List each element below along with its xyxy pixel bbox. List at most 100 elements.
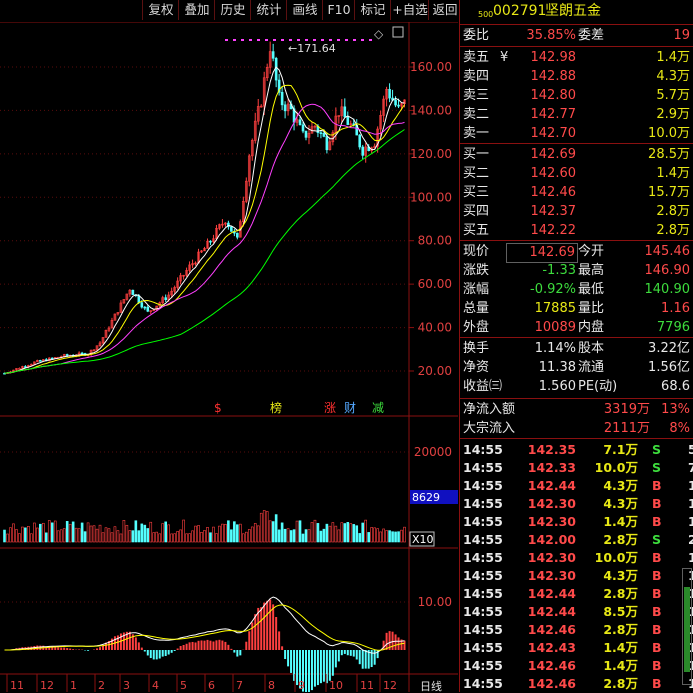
volume-bar <box>397 531 400 543</box>
volume-bar <box>41 522 45 543</box>
volume-bar <box>149 521 153 543</box>
tick-row[interactable]: 14:55 142.44 4.3万 B 1 <box>460 477 693 495</box>
volume-bar <box>74 527 78 543</box>
candle-body <box>137 295 141 303</box>
buy-price[interactable]: 142.22 <box>500 222 577 240</box>
candle-body <box>209 240 212 243</box>
tick-count: 1 <box>688 514 693 529</box>
toolbar-button-0[interactable]: 复权 <box>142 0 179 20</box>
sell-price[interactable]: 142.70 <box>500 125 577 143</box>
volume-bar <box>239 523 242 543</box>
stat-value: 1.16 <box>661 301 690 316</box>
volume-bar <box>167 524 170 543</box>
candle-body <box>358 134 362 148</box>
event-mark: 减 <box>372 401 384 415</box>
volume-bar <box>158 533 162 543</box>
volume-bar <box>140 523 144 543</box>
toolbar-button-7[interactable]: +自选 <box>390 0 429 20</box>
volume-bar <box>173 533 176 543</box>
volume-bar <box>271 521 275 543</box>
tick-time: 14:55 <box>463 604 503 619</box>
sell-volume: 2.9万 <box>656 107 690 122</box>
tick-side: S <box>652 460 662 475</box>
tick-side: B <box>652 586 662 601</box>
toolbar-button-1[interactable]: 叠加 <box>178 0 215 20</box>
buy-row: 买二 142.60 1.4万 <box>460 165 693 183</box>
tick-price: 142.30 <box>527 550 576 565</box>
buy-label: 买四 <box>463 204 490 219</box>
volume-bar <box>203 530 206 543</box>
fund-value: 68.6 <box>661 379 690 394</box>
tick-row[interactable]: 14:55 142.30 4.3万 B 1 <box>460 495 693 513</box>
sell-price[interactable]: 142.80 <box>500 87 577 105</box>
volume-bar <box>337 529 341 543</box>
candle-body <box>343 106 347 118</box>
chart-area: 160.00 140.00 120.00 100.00 80.00 60.00 40.00 2… <box>0 22 458 692</box>
candle-body <box>280 92 284 106</box>
tick-scrollbar[interactable] <box>682 568 692 685</box>
volume-bar <box>68 524 72 543</box>
sell-row: 卖四 142.88 4.3万 <box>460 68 693 86</box>
candle-body <box>131 289 135 295</box>
stat-value: -1.33 <box>542 263 576 278</box>
volume-bar <box>331 522 335 543</box>
tick-row[interactable]: 14:55 142.30 4.3万 B 1 <box>460 567 693 585</box>
tick-volume: 7.1万 <box>603 442 638 457</box>
volume-bar <box>197 525 200 543</box>
stat-value: 7796 <box>656 320 690 335</box>
tick-row[interactable]: 14:55 142.35 7.1万 S 5 <box>460 441 693 459</box>
tick-row[interactable]: 14:55 142.44 2.8万 B 1 <box>460 585 693 603</box>
flow-value: 2111万 <box>603 421 650 436</box>
sell-price[interactable]: 142.98 <box>500 49 577 67</box>
tick-row[interactable]: 14:55 142.46 2.8万 B 1 <box>460 621 693 639</box>
volume-bar <box>15 529 18 543</box>
tick-row[interactable]: 14:55 142.33 10.0万 S 7 <box>460 459 693 477</box>
toolbar-button-2[interactable]: 历史 <box>214 0 251 20</box>
stat-row: 现价 142.69 今开 145.46 <box>460 243 693 263</box>
tick-row[interactable]: 14:55 142.43 1.4万 B 1 <box>460 639 693 657</box>
tick-row[interactable]: 14:55 142.46 1.4万 B 1 <box>460 657 693 675</box>
volume-bar <box>77 528 81 543</box>
buy-row: 买五 142.22 2.8万 <box>460 222 693 240</box>
volume-bar <box>215 533 218 543</box>
tick-row[interactable]: 14:55 142.30 10.0万 B 1 <box>460 549 693 567</box>
toolbar-button-3[interactable]: 统计 <box>250 0 287 20</box>
sell-price[interactable]: 142.88 <box>500 68 577 86</box>
tick-time: 14:55 <box>463 676 503 691</box>
volume-bar <box>259 512 263 543</box>
candle-body <box>361 146 365 156</box>
buy-price[interactable]: 142.46 <box>500 184 577 202</box>
tick-time: 14:55 <box>463 514 503 529</box>
volume-bar <box>250 526 254 543</box>
kline-chart[interactable]: 160.00140.00120.00100.0080.0060.0040.002… <box>0 22 458 692</box>
volume-bar <box>361 522 365 543</box>
flow-value: 3319万 <box>603 402 650 417</box>
toolbar-button-4[interactable]: 画线 <box>286 0 323 20</box>
tick-row[interactable]: 14:55 142.30 1.4万 B 1 <box>460 513 693 531</box>
volume-bar <box>119 533 123 543</box>
volume-bar <box>50 522 54 543</box>
tick-row[interactable]: 14:55 142.46 2.8万 B 1 <box>460 675 693 693</box>
tick-time: 14:55 <box>463 640 503 655</box>
buy-price[interactable]: 142.60 <box>500 165 577 183</box>
volume-bar <box>191 530 194 543</box>
toolbar-button-8[interactable]: 返回 <box>428 0 461 20</box>
volume-bar <box>188 533 191 543</box>
month-label: 4 <box>152 679 159 692</box>
volume-bar <box>325 523 329 543</box>
volume-bar <box>274 514 278 543</box>
stock-name: 坚朗五金 <box>545 3 601 19</box>
sell-price[interactable]: 142.77 <box>500 106 577 124</box>
volume-bar <box>152 532 156 543</box>
toolbar-button-6[interactable]: 标记 <box>354 0 391 20</box>
toolbar-button-5[interactable]: F10 <box>322 0 355 20</box>
tick-price: 142.43 <box>527 640 576 655</box>
flow-row: 净流入额 3319万 13% <box>460 401 693 419</box>
fund-row: 净资 11.38 流通 1.56亿 <box>460 359 693 377</box>
tick-volume: 4.3万 <box>603 568 638 583</box>
tick-row[interactable]: 14:55 142.44 8.5万 B 1 <box>460 603 693 621</box>
tick-row[interactable]: 14:55 142.00 2.8万 S 2 <box>460 531 693 549</box>
volume-bar <box>116 530 120 543</box>
buy-price[interactable]: 142.69 <box>500 146 577 164</box>
buy-price[interactable]: 142.37 <box>500 203 577 221</box>
